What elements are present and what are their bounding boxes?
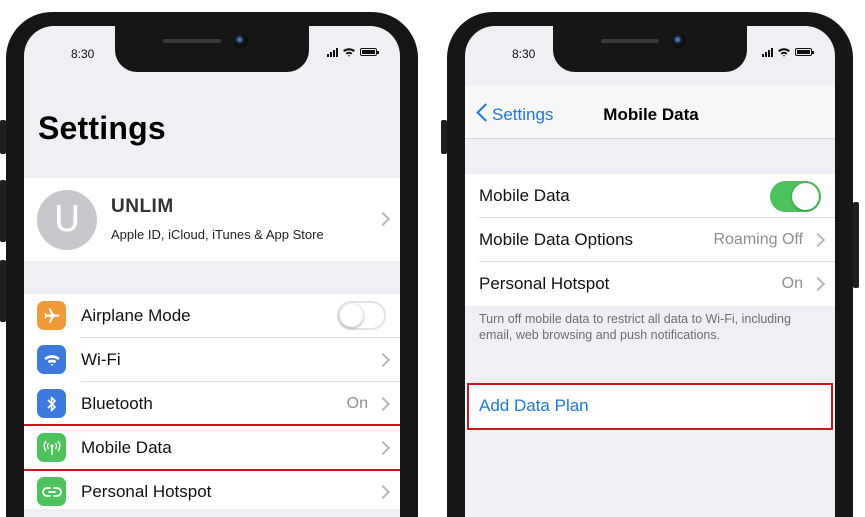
mobile-data-options-row[interactable]: Mobile Data Options Roaming Off xyxy=(465,218,835,262)
antenna-icon xyxy=(37,433,66,462)
notch xyxy=(115,26,309,72)
airplane-icon xyxy=(37,301,66,330)
front-camera xyxy=(234,34,248,48)
volume-down-button xyxy=(0,260,6,322)
bluetooth-icon xyxy=(37,389,66,418)
settings-row-label: Mobile Data xyxy=(81,438,172,457)
speaker xyxy=(163,39,221,43)
speaker xyxy=(601,39,659,43)
mobile-data-screen: 8:30 Settings Mobile Data Mobile Data Mo… xyxy=(465,26,835,517)
settings-row-label: Mobile Data Options xyxy=(479,230,634,249)
mobile-data-row[interactable]: Mobile Data xyxy=(465,174,835,218)
footer-note: Turn off mobile data to restrict all dat… xyxy=(479,312,791,342)
settings-row-detail: On xyxy=(346,395,368,412)
highlight-box xyxy=(467,383,833,430)
settings-row-label: Personal Hotspot xyxy=(81,482,212,501)
settings-row-wifi[interactable]: Wi-Fi xyxy=(24,338,400,382)
phone-left: 8:30 Settings U UNLIM Apple ID, iCloud, … xyxy=(0,12,418,517)
chevron-right-icon xyxy=(375,352,391,368)
settings-row-label: Airplane Mode xyxy=(81,306,191,325)
navigation-bar: Settings Mobile Data xyxy=(465,86,835,139)
settings-row-detail: On xyxy=(781,275,803,292)
notch xyxy=(553,26,747,72)
chevron-right-icon xyxy=(375,484,391,500)
personal-hotspot-row[interactable]: Personal Hotspot On xyxy=(465,262,835,306)
signal-icon xyxy=(327,47,338,57)
apple-id-row[interactable]: U UNLIM Apple ID, iCloud, iTunes & App S… xyxy=(24,178,400,261)
hotspot-icon xyxy=(37,477,66,506)
avatar: U xyxy=(37,190,97,250)
chevron-right-icon xyxy=(375,396,391,412)
settings-row-label: Personal Hotspot xyxy=(479,274,610,293)
page-title: Settings xyxy=(38,110,166,146)
settings-screen: 8:30 Settings U UNLIM Apple ID, iCloud, … xyxy=(24,26,400,517)
mobile-data-list: Mobile Data Mobile Data Options Roaming … xyxy=(465,174,835,306)
wifi-status-icon xyxy=(778,48,790,57)
profile-name: UNLIM xyxy=(111,196,174,217)
highlight-top-line xyxy=(24,424,400,426)
settings-row-label: Wi-Fi xyxy=(81,350,121,369)
settings-row-mobile-data[interactable]: Mobile Data xyxy=(24,426,400,470)
power-button xyxy=(853,202,859,288)
highlight-bottom-line xyxy=(24,469,400,471)
signal-icon xyxy=(762,47,773,57)
settings-row-bluetooth[interactable]: Bluetooth On xyxy=(24,382,400,426)
settings-row-airplane-mode[interactable]: Airplane Mode xyxy=(24,294,400,338)
nav-title: Mobile Data xyxy=(603,105,699,124)
battery-icon xyxy=(360,48,379,56)
mute-switch xyxy=(0,120,6,154)
battery-icon xyxy=(795,48,814,56)
wifi-icon xyxy=(37,345,66,374)
airplane-mode-toggle[interactable] xyxy=(337,301,386,330)
settings-list: Airplane Mode Wi-Fi Bluetooth On Mobile … xyxy=(24,294,400,509)
chevron-right-icon xyxy=(810,232,826,248)
status-icons xyxy=(762,47,814,57)
settings-row-personal-hotspot[interactable]: Personal Hotspot xyxy=(24,470,400,514)
chevron-right-icon xyxy=(375,440,391,456)
profile-subtitle: Apple ID, iCloud, iTunes & App Store xyxy=(111,227,324,242)
status-icons xyxy=(327,47,379,57)
mobile-data-toggle[interactable] xyxy=(770,181,821,212)
phone-right: 8:30 Settings Mobile Data Mobile Data Mo… xyxy=(441,12,859,517)
chevron-right-icon xyxy=(810,276,826,292)
settings-row-detail: Roaming Off xyxy=(713,231,803,248)
front-camera xyxy=(672,34,686,48)
chevron-right-icon xyxy=(375,211,391,227)
settings-row-label: Bluetooth xyxy=(81,394,153,413)
volume-up-button xyxy=(0,180,6,242)
mute-switch xyxy=(441,120,447,154)
status-time: 8:30 xyxy=(71,47,95,61)
wifi-status-icon xyxy=(343,48,355,57)
settings-row-label: Mobile Data xyxy=(479,186,570,205)
status-time: 8:30 xyxy=(512,47,536,61)
